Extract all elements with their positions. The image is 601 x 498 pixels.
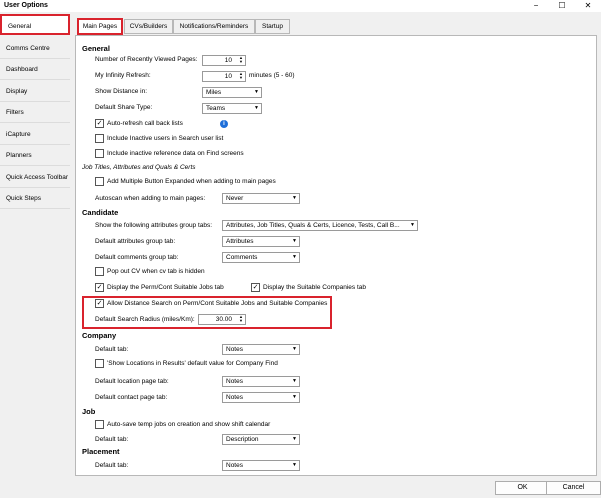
inactive-ref-checkbox[interactable]: [95, 149, 104, 158]
section-company-heading: Company: [82, 331, 117, 340]
window-title: User Options: [4, 2, 48, 9]
chevron-down-icon: ▼: [292, 462, 297, 468]
company-default-tab-label: Default tab:: [95, 346, 129, 353]
minimize-icon[interactable]: −: [523, 0, 549, 12]
inactive-ref-label: Include inactive reference data on Find …: [107, 150, 244, 157]
stepper-arrows-icon[interactable]: ▲ ▼: [239, 72, 243, 80]
popout-cv-label: Pop out CV when cv tab is hidden: [107, 268, 205, 275]
default-comments-label: Default comments group tab:: [95, 254, 179, 261]
default-attr-select[interactable]: Attributes ▼: [222, 236, 300, 247]
sidebar-item-planners[interactable]: Planners: [0, 145, 70, 166]
autosave-jobs-label: Auto-save temp jobs on creation and show…: [107, 421, 271, 428]
suitable-companies-label: Display the Suitable Companies tab: [263, 284, 366, 291]
chevron-down-icon: ▼: [292, 254, 297, 260]
ok-button[interactable]: OK: [495, 481, 550, 495]
job-default-tab-label: Default tab:: [95, 436, 129, 443]
chevron-down-icon: ▼: [292, 346, 297, 352]
sidebar-item-filters[interactable]: Filters: [0, 102, 70, 123]
section-placement-heading: Placement: [82, 447, 120, 456]
perm-jobs-checkbox[interactable]: ✓: [95, 283, 104, 292]
stepper-arrows-icon[interactable]: ▲ ▼: [239, 315, 243, 323]
chevron-down-icon: ▼: [292, 378, 297, 384]
share-type-label: Default Share Type:: [95, 104, 153, 111]
title-bar: User Options − ☐ ✕: [0, 0, 601, 12]
sidebar-item-quick-steps[interactable]: Quick Steps: [0, 188, 70, 209]
distance-label: Show Distance in:: [95, 88, 148, 95]
distance-select[interactable]: Miles ▼: [202, 87, 262, 98]
refresh-label: My Infinity Refresh:: [95, 72, 151, 79]
default-attr-label: Default attributes group tab:: [95, 238, 176, 245]
info-icon[interactable]: i: [220, 120, 228, 128]
sidebar-item-dashboard[interactable]: Dashboard: [0, 59, 70, 80]
stepper-arrows-icon[interactable]: ▲ ▼: [239, 56, 243, 64]
show-locations-checkbox[interactable]: [95, 359, 104, 368]
section-candidate-heading: Candidate: [82, 208, 119, 217]
recent-pages-stepper[interactable]: 10 ▲ ▼: [202, 55, 246, 66]
show-locations-label: 'Show Locations in Results' default valu…: [107, 360, 278, 367]
section-job-heading: Job: [82, 407, 96, 416]
tab-main-pages[interactable]: Main Pages: [77, 18, 123, 35]
sidebar-item-quick-access-toolbar[interactable]: Quick Access Toolbar: [0, 167, 70, 188]
default-comments-select[interactable]: Comments ▼: [222, 252, 300, 263]
company-default-tab-select[interactable]: Notes ▼: [222, 344, 300, 355]
popout-cv-checkbox[interactable]: [95, 267, 104, 276]
auto-refresh-label: Auto-refresh call back lists: [107, 120, 183, 127]
tab-startup[interactable]: Startup: [255, 19, 290, 34]
inactive-users-label: Include Inactive users in Search user li…: [107, 135, 224, 142]
tab-cvs-builders[interactable]: CVs/Builders: [124, 19, 173, 34]
tab-notifications-reminders[interactable]: Notifications/Reminders: [173, 19, 255, 34]
section-general-heading: General: [82, 44, 110, 53]
chevron-down-icon: ▼: [254, 105, 259, 111]
job-titles-heading: Job Titles, Attributes and Quals & Certs: [82, 164, 196, 171]
radius-stepper[interactable]: 30.00 ▲ ▼: [198, 314, 246, 325]
options-panel: Main Pages CVs/Builders Notifications/Re…: [71, 14, 601, 476]
job-default-tab-select[interactable]: Description ▼: [222, 434, 300, 445]
autosave-jobs-checkbox[interactable]: [95, 420, 104, 429]
refresh-range-label: minutes (5 - 60): [249, 72, 295, 79]
chevron-down-icon: ▼: [292, 394, 297, 400]
perm-jobs-label: Display the Perm/Cont Suitable Jobs tab: [107, 284, 224, 291]
placement-default-tab-select[interactable]: Notes ▼: [222, 460, 300, 471]
refresh-stepper[interactable]: 10 ▲ ▼: [202, 71, 246, 82]
sidebar: General Comms Centre Dashboard Display F…: [0, 12, 70, 212]
chevron-down-icon: ▼: [292, 238, 297, 244]
inactive-users-checkbox[interactable]: [95, 134, 104, 143]
sidebar-item-icapture[interactable]: iCapture: [0, 124, 70, 145]
sidebar-item-comms-centre[interactable]: Comms Centre: [0, 38, 70, 59]
close-icon[interactable]: ✕: [575, 0, 601, 12]
maximize-icon[interactable]: ☐: [549, 0, 575, 12]
distance-search-label: Allow Distance Search on Perm/Cont Suita…: [107, 300, 328, 307]
contact-tab-label: Default contact page tab:: [95, 394, 168, 401]
chevron-down-icon: ▼: [410, 222, 415, 228]
chevron-down-icon: ▼: [254, 89, 259, 95]
share-type-select[interactable]: Teams ▼: [202, 103, 262, 114]
auto-refresh-checkbox[interactable]: ✓: [95, 119, 104, 128]
sidebar-item-display[interactable]: Display: [0, 81, 70, 102]
add-multiple-checkbox[interactable]: [95, 177, 104, 186]
location-tab-select[interactable]: Notes ▼: [222, 376, 300, 387]
chevron-down-icon: ▼: [292, 195, 297, 201]
tab-content: General Number of Recently Viewed Pages:…: [75, 35, 597, 476]
chevron-down-icon: ▼: [292, 436, 297, 442]
suitable-companies-checkbox[interactable]: ✓: [251, 283, 260, 292]
attr-groups-label: Show the following attributes group tabs…: [95, 222, 213, 229]
radius-label: Default Search Radius (miles/Km):: [95, 316, 195, 323]
autoscan-select[interactable]: Never ▼: [222, 193, 300, 204]
placement-default-tab-label: Default tab:: [95, 462, 129, 469]
contact-tab-select[interactable]: Notes ▼: [222, 392, 300, 403]
distance-search-checkbox[interactable]: ✓: [95, 299, 104, 308]
sidebar-item-general[interactable]: General: [0, 14, 70, 35]
recent-pages-label: Number of Recently Viewed Pages:: [95, 56, 198, 63]
add-multiple-label: Add Multiple Button Expanded when adding…: [107, 178, 276, 185]
autoscan-label: Autoscan when adding to main pages:: [95, 195, 206, 202]
location-tab-label: Default location page tab:: [95, 378, 169, 385]
cancel-button[interactable]: Cancel: [546, 481, 601, 495]
attr-groups-select[interactable]: Attributes, Job Titles, Quals & Certs, L…: [222, 220, 418, 231]
